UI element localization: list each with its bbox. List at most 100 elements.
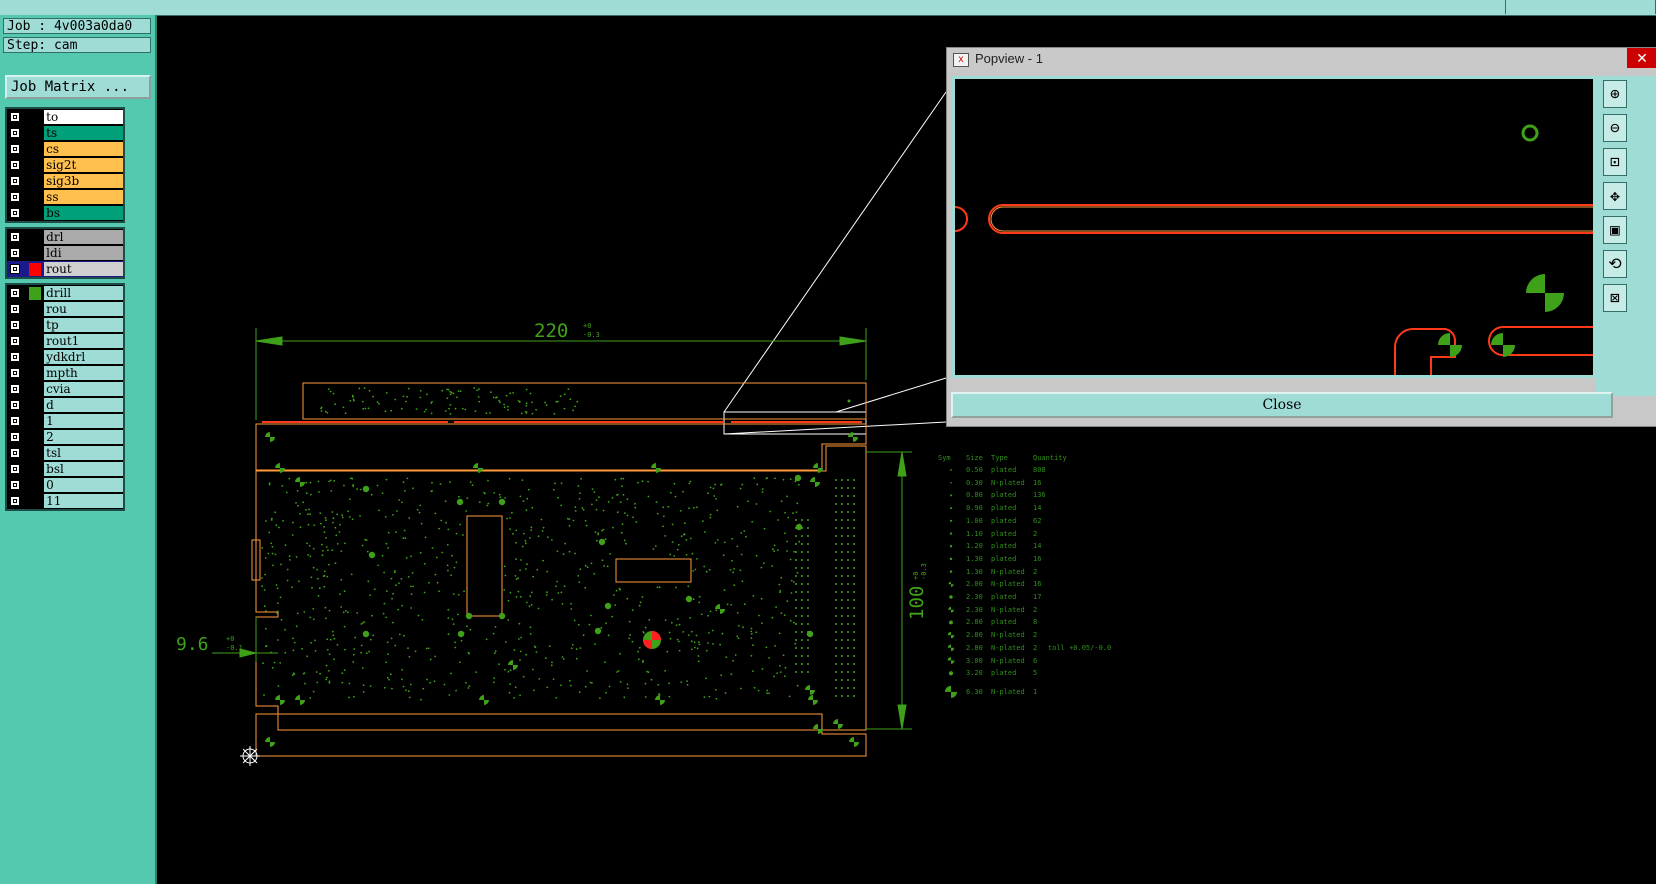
layer-checkbox[interactable] bbox=[10, 448, 20, 458]
layer-row-bsl[interactable]: bsl bbox=[7, 461, 123, 477]
layer-row-tp[interactable]: tp bbox=[7, 317, 123, 333]
layer-name[interactable]: ss bbox=[44, 190, 123, 204]
layer-color-swatch[interactable] bbox=[29, 303, 41, 316]
layer-color-swatch[interactable] bbox=[29, 231, 41, 244]
layer-name[interactable]: 11 bbox=[44, 494, 123, 508]
job-matrix-button[interactable]: Job Matrix ... bbox=[5, 75, 151, 99]
layer-checkbox[interactable] bbox=[10, 248, 20, 258]
layer-row-1[interactable]: 1 bbox=[7, 413, 123, 429]
layer-row-cvia[interactable]: cvia bbox=[7, 381, 123, 397]
layer-name[interactable]: cvia bbox=[44, 382, 123, 396]
layer-name[interactable]: rout1 bbox=[44, 334, 123, 348]
popview-close-button[interactable]: Close bbox=[951, 392, 1613, 418]
layer-color-swatch[interactable] bbox=[29, 175, 41, 188]
layer-name[interactable]: ldi bbox=[44, 246, 123, 260]
layer-checkbox[interactable] bbox=[10, 384, 20, 394]
layer-color-swatch[interactable] bbox=[29, 479, 41, 492]
layer-name[interactable]: rou bbox=[44, 302, 123, 316]
pan-icon[interactable]: ✥ bbox=[1603, 182, 1627, 210]
layer-color-swatch[interactable] bbox=[29, 319, 41, 332]
layer-checkbox[interactable] bbox=[10, 368, 20, 378]
layer-row-rout1[interactable]: rout1 bbox=[7, 333, 123, 349]
layer-color-swatch[interactable] bbox=[29, 399, 41, 412]
layer-checkbox[interactable] bbox=[10, 192, 20, 202]
layer-name[interactable]: bsl bbox=[44, 462, 123, 476]
layer-checkbox[interactable] bbox=[10, 232, 20, 242]
top-bar-field[interactable] bbox=[0, 0, 1506, 14]
layer-row-ss[interactable]: ss bbox=[7, 189, 123, 205]
layer-color-swatch[interactable] bbox=[29, 431, 41, 444]
layer-color-swatch[interactable] bbox=[29, 463, 41, 476]
zoom-in-icon[interactable]: ⊕ bbox=[1603, 80, 1627, 108]
layer-row-0[interactable]: 0 bbox=[7, 477, 123, 493]
layer-name[interactable]: tp bbox=[44, 318, 123, 332]
layer-row-ydkdrl[interactable]: ydkdrl bbox=[7, 349, 123, 365]
zoom-out-icon[interactable]: ⊖ bbox=[1603, 114, 1627, 142]
popview-titlebar[interactable]: x Popview - 1 bbox=[947, 48, 1656, 70]
layer-name[interactable]: 2 bbox=[44, 430, 123, 444]
layer-row-sig2t[interactable]: sig2t bbox=[7, 157, 123, 173]
layer-color-swatch[interactable] bbox=[29, 495, 41, 508]
layer-name[interactable]: cs bbox=[44, 142, 123, 156]
layer-row-bs[interactable]: bs bbox=[7, 205, 123, 221]
layer-name[interactable]: sig3b bbox=[44, 174, 123, 188]
layer-name[interactable]: 1 bbox=[44, 414, 123, 428]
layer-color-swatch[interactable] bbox=[29, 159, 41, 172]
layer-row-drl[interactable]: drl bbox=[7, 229, 123, 245]
layer-checkbox[interactable] bbox=[10, 432, 20, 442]
layer-row-ts[interactable]: ts bbox=[7, 125, 123, 141]
window-close-icon[interactable]: ✕ bbox=[1627, 48, 1656, 68]
layer-name[interactable]: drl bbox=[44, 230, 123, 244]
layer-name[interactable]: mpth bbox=[44, 366, 123, 380]
layer-row-2[interactable]: 2 bbox=[7, 429, 123, 445]
layer-row-tsl[interactable]: tsl bbox=[7, 445, 123, 461]
layer-row-to[interactable]: to bbox=[7, 109, 123, 125]
layer-checkbox[interactable] bbox=[10, 336, 20, 346]
layer-checkbox[interactable] bbox=[10, 128, 20, 138]
layer-checkbox[interactable] bbox=[10, 264, 20, 274]
top-bar-field-right[interactable] bbox=[1508, 0, 1656, 14]
popview-graphics[interactable] bbox=[952, 76, 1596, 378]
layer-checkbox[interactable] bbox=[10, 320, 20, 330]
layer-color-swatch[interactable] bbox=[29, 351, 41, 364]
layer-color-swatch[interactable] bbox=[29, 143, 41, 156]
rotate-icon[interactable]: ⟲ bbox=[1603, 250, 1627, 278]
fit-icon[interactable]: ▣ bbox=[1603, 216, 1627, 244]
layer-checkbox[interactable] bbox=[10, 496, 20, 506]
layer-checkbox[interactable] bbox=[10, 464, 20, 474]
layer-color-swatch[interactable] bbox=[29, 207, 41, 220]
layer-row-mpth[interactable]: mpth bbox=[7, 365, 123, 381]
layer-checkbox[interactable] bbox=[10, 304, 20, 314]
layer-row-d[interactable]: d bbox=[7, 397, 123, 413]
layer-color-swatch[interactable] bbox=[29, 335, 41, 348]
layer-name[interactable]: drill bbox=[44, 286, 123, 300]
zoom-home-icon[interactable]: ⊡ bbox=[1603, 148, 1627, 176]
layer-color-swatch[interactable] bbox=[29, 415, 41, 428]
layer-checkbox[interactable] bbox=[10, 144, 20, 154]
layer-color-swatch[interactable] bbox=[29, 247, 41, 260]
layer-checkbox[interactable] bbox=[10, 160, 20, 170]
layer-name[interactable]: to bbox=[44, 110, 123, 124]
layer-checkbox[interactable] bbox=[10, 416, 20, 426]
layer-row-sig3b[interactable]: sig3b bbox=[7, 173, 123, 189]
layer-name[interactable]: ts bbox=[44, 126, 123, 140]
layer-name[interactable]: rout bbox=[44, 262, 123, 276]
layer-name[interactable]: bs bbox=[44, 206, 123, 220]
layer-color-swatch[interactable] bbox=[29, 127, 41, 140]
layer-checkbox[interactable] bbox=[10, 352, 20, 362]
layer-checkbox[interactable] bbox=[10, 288, 20, 298]
layer-name[interactable]: ydkdrl bbox=[44, 350, 123, 364]
layer-color-swatch[interactable] bbox=[29, 367, 41, 380]
layer-color-swatch[interactable] bbox=[29, 191, 41, 204]
layer-checkbox[interactable] bbox=[10, 176, 20, 186]
layer-color-swatch[interactable] bbox=[29, 111, 41, 124]
layer-checkbox[interactable] bbox=[10, 112, 20, 122]
layer-name[interactable]: tsl bbox=[44, 446, 123, 460]
measure-icon[interactable]: ⊠ bbox=[1603, 284, 1627, 312]
layer-checkbox[interactable] bbox=[10, 400, 20, 410]
layer-row-drill[interactable]: drill bbox=[7, 285, 123, 301]
layer-name[interactable]: 0 bbox=[44, 478, 123, 492]
layer-color-swatch[interactable] bbox=[28, 286, 42, 300]
layer-checkbox[interactable] bbox=[10, 480, 20, 490]
layer-name[interactable]: d bbox=[44, 398, 123, 412]
